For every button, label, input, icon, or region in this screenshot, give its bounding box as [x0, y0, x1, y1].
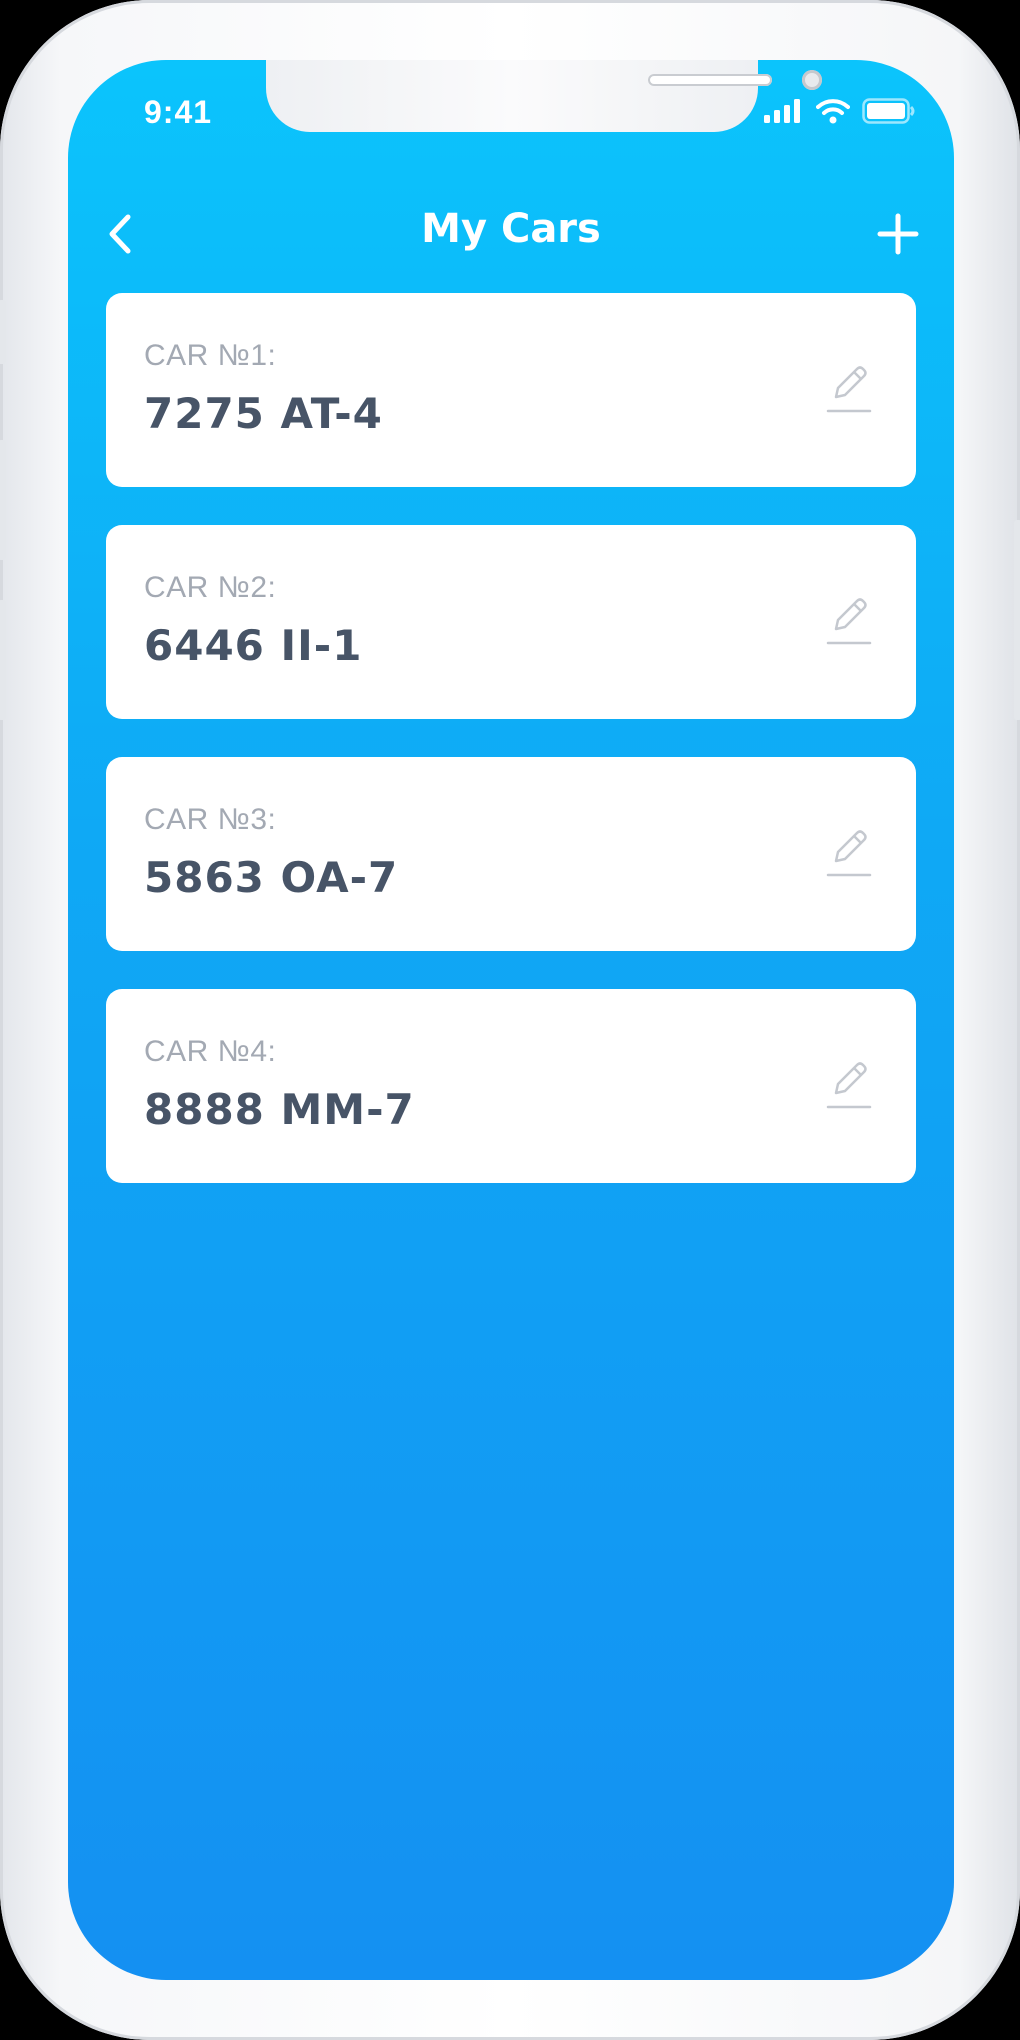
edit-car-button[interactable] — [824, 1057, 872, 1113]
status-time: 9:41 — [144, 94, 213, 130]
mute-switch — [0, 300, 6, 364]
wifi-icon — [816, 99, 850, 124]
car-plate-number: 6446 II-1 — [144, 621, 363, 670]
car-label: CAR №2: — [144, 571, 277, 604]
add-car-button[interactable] — [872, 208, 924, 260]
car-card[interactable]: CAR №1: 7275 AT-4 — [106, 293, 916, 487]
status-icons — [764, 98, 916, 124]
pencil-icon — [826, 598, 872, 645]
edit-car-button[interactable] — [824, 361, 872, 417]
edit-car-button[interactable] — [824, 593, 872, 649]
battery-icon — [862, 98, 915, 124]
car-plate-number: 8888 MM-7 — [144, 1085, 415, 1134]
car-label: CAR №3: — [144, 803, 277, 836]
car-plate-number: 7275 AT-4 — [144, 389, 383, 438]
car-card[interactable]: CAR №4: 8888 MM-7 — [106, 989, 916, 1183]
volume-down-button — [0, 600, 6, 720]
car-card[interactable]: CAR №3: 5863 OA-7 — [106, 757, 916, 951]
app-screen: 9:41 My Cars CAR №1: 7275 AT-4 CAR №2: 6… — [68, 60, 954, 1980]
car-plate-number: 5863 OA-7 — [144, 853, 399, 902]
plus-icon — [877, 213, 919, 255]
notch — [266, 60, 822, 132]
volume-up-button — [0, 440, 6, 560]
page-title: My Cars — [421, 206, 601, 252]
pencil-icon — [826, 1062, 872, 1109]
signal-icon — [764, 99, 800, 123]
car-label: CAR №1: — [144, 339, 277, 372]
edit-car-button[interactable] — [824, 825, 872, 881]
car-list: CAR №1: 7275 AT-4 CAR №2: 6446 II-1 CAR … — [106, 293, 916, 1221]
front-camera — [802, 70, 822, 90]
car-card[interactable]: CAR №2: 6446 II-1 — [106, 525, 916, 719]
phone-frame: 9:41 My Cars CAR №1: 7275 AT-4 CAR №2: 6… — [0, 0, 1020, 2040]
pencil-icon — [826, 366, 872, 413]
speaker-grille — [648, 74, 772, 86]
power-button — [1014, 520, 1020, 720]
car-label: CAR №4: — [144, 1035, 277, 1068]
pencil-icon — [826, 830, 872, 877]
